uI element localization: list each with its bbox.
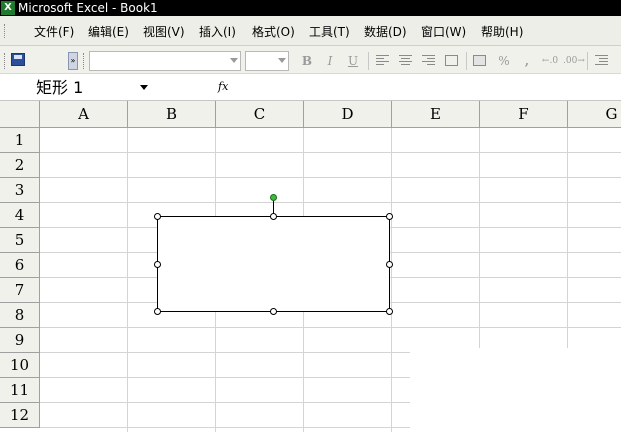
chevron-down-icon[interactable] — [140, 85, 148, 90]
gridline — [40, 202, 621, 203]
font-name-select[interactable] — [89, 51, 241, 71]
column-header-b[interactable]: B — [128, 101, 216, 128]
rectangle-shape[interactable] — [157, 216, 390, 312]
row-header-9[interactable]: 9 — [0, 328, 40, 353]
comma-icon[interactable]: , — [518, 53, 536, 69]
row-header-4[interactable]: 4 — [0, 203, 40, 228]
resize-handle-bottom-left[interactable] — [154, 308, 161, 315]
toolbar-separator — [368, 52, 369, 70]
increase-decimal-icon[interactable]: ←.0 — [541, 53, 559, 69]
menu-view[interactable]: 视图(V) — [143, 25, 185, 39]
row-header-7[interactable]: 7 — [0, 278, 40, 303]
chevron-down-icon — [278, 58, 286, 63]
menu-bar: 文件(F) 编辑(E) 视图(V) 插入(I) 格式(O) 工具(T) 数据(D… — [0, 16, 621, 46]
function-icon[interactable]: fx — [218, 80, 228, 93]
menu-help[interactable]: 帮助(H) — [481, 25, 523, 39]
formatting-toolbar: » B I U % , ←.0 .00→ — [0, 46, 621, 74]
window-title: Microsoft Excel - Book1 — [18, 1, 158, 15]
row-header-10[interactable]: 10 — [0, 353, 40, 378]
title-bar: X Microsoft Excel - Book1 — [0, 0, 621, 16]
resize-handle-bottom-right[interactable] — [386, 308, 393, 315]
toolbar-grip-handle-2[interactable] — [83, 53, 86, 69]
menu-format[interactable]: 格式(O) — [252, 25, 295, 39]
align-center-icon[interactable] — [399, 55, 412, 66]
row-header-11[interactable]: 11 — [0, 378, 40, 403]
menu-grip-handle[interactable] — [4, 24, 7, 38]
indent-icon[interactable] — [595, 55, 608, 66]
bold-icon[interactable]: B — [298, 53, 316, 69]
row-header-5[interactable]: 5 — [0, 228, 40, 253]
column-header-e[interactable]: E — [392, 101, 480, 128]
blank-area — [410, 348, 621, 432]
menu-window[interactable]: 窗口(W) — [421, 25, 466, 39]
menu-insert[interactable]: 插入(I) — [199, 25, 236, 39]
gridline — [40, 327, 621, 328]
column-header-a[interactable]: A — [40, 101, 128, 128]
currency-icon[interactable] — [473, 55, 486, 66]
merge-center-icon[interactable] — [445, 55, 458, 66]
resize-handle-top-left[interactable] — [154, 213, 161, 220]
resize-handle-right[interactable] — [386, 261, 393, 268]
row-header-6[interactable]: 6 — [0, 253, 40, 278]
row-header-2[interactable]: 2 — [0, 153, 40, 178]
gridline — [127, 128, 128, 432]
column-header-f[interactable]: F — [480, 101, 568, 128]
column-header-c[interactable]: C — [216, 101, 304, 128]
resize-handle-left[interactable] — [154, 261, 161, 268]
excel-icon[interactable]: X — [1, 1, 15, 15]
font-size-select[interactable] — [245, 51, 289, 71]
menu-tools[interactable]: 工具(T) — [309, 25, 350, 39]
formula-bar: 矩形 1 fx — [0, 74, 621, 101]
toolbar-separator — [466, 52, 467, 70]
resize-handle-top-right[interactable] — [386, 213, 393, 220]
name-box[interactable]: 矩形 1 — [36, 77, 156, 99]
toolbar-options-chevron-icon[interactable]: » — [68, 52, 78, 70]
row-header-8[interactable]: 8 — [0, 303, 40, 328]
row-header-3[interactable]: 3 — [0, 178, 40, 203]
menu-edit[interactable]: 编辑(E) — [88, 25, 129, 39]
column-header-g[interactable]: G — [568, 101, 621, 128]
menu-data[interactable]: 数据(D) — [364, 25, 407, 39]
align-right-icon[interactable] — [422, 55, 435, 66]
row-header-12[interactable]: 12 — [0, 403, 40, 428]
rotation-handle[interactable] — [270, 194, 277, 201]
row-header-1[interactable]: 1 — [0, 128, 40, 153]
decrease-decimal-icon[interactable]: .00→ — [563, 53, 585, 69]
chevron-down-icon — [230, 58, 238, 63]
italic-icon[interactable]: I — [321, 53, 339, 69]
save-icon[interactable] — [11, 53, 25, 66]
toolbar-separator — [587, 52, 588, 70]
resize-handle-bottom[interactable] — [270, 308, 277, 315]
underline-icon[interactable]: U — [344, 53, 362, 69]
align-left-icon[interactable] — [376, 55, 389, 66]
percent-icon[interactable]: % — [495, 53, 513, 69]
gridline — [40, 177, 621, 178]
gridline — [40, 152, 621, 153]
column-header-d[interactable]: D — [304, 101, 392, 128]
resize-handle-top[interactable] — [270, 213, 277, 220]
select-all-button[interactable] — [0, 101, 40, 128]
toolbar-grip-handle[interactable] — [4, 53, 7, 69]
formula-input[interactable] — [240, 78, 620, 97]
menu-file[interactable]: 文件(F) — [34, 25, 74, 39]
gridline — [391, 128, 392, 432]
